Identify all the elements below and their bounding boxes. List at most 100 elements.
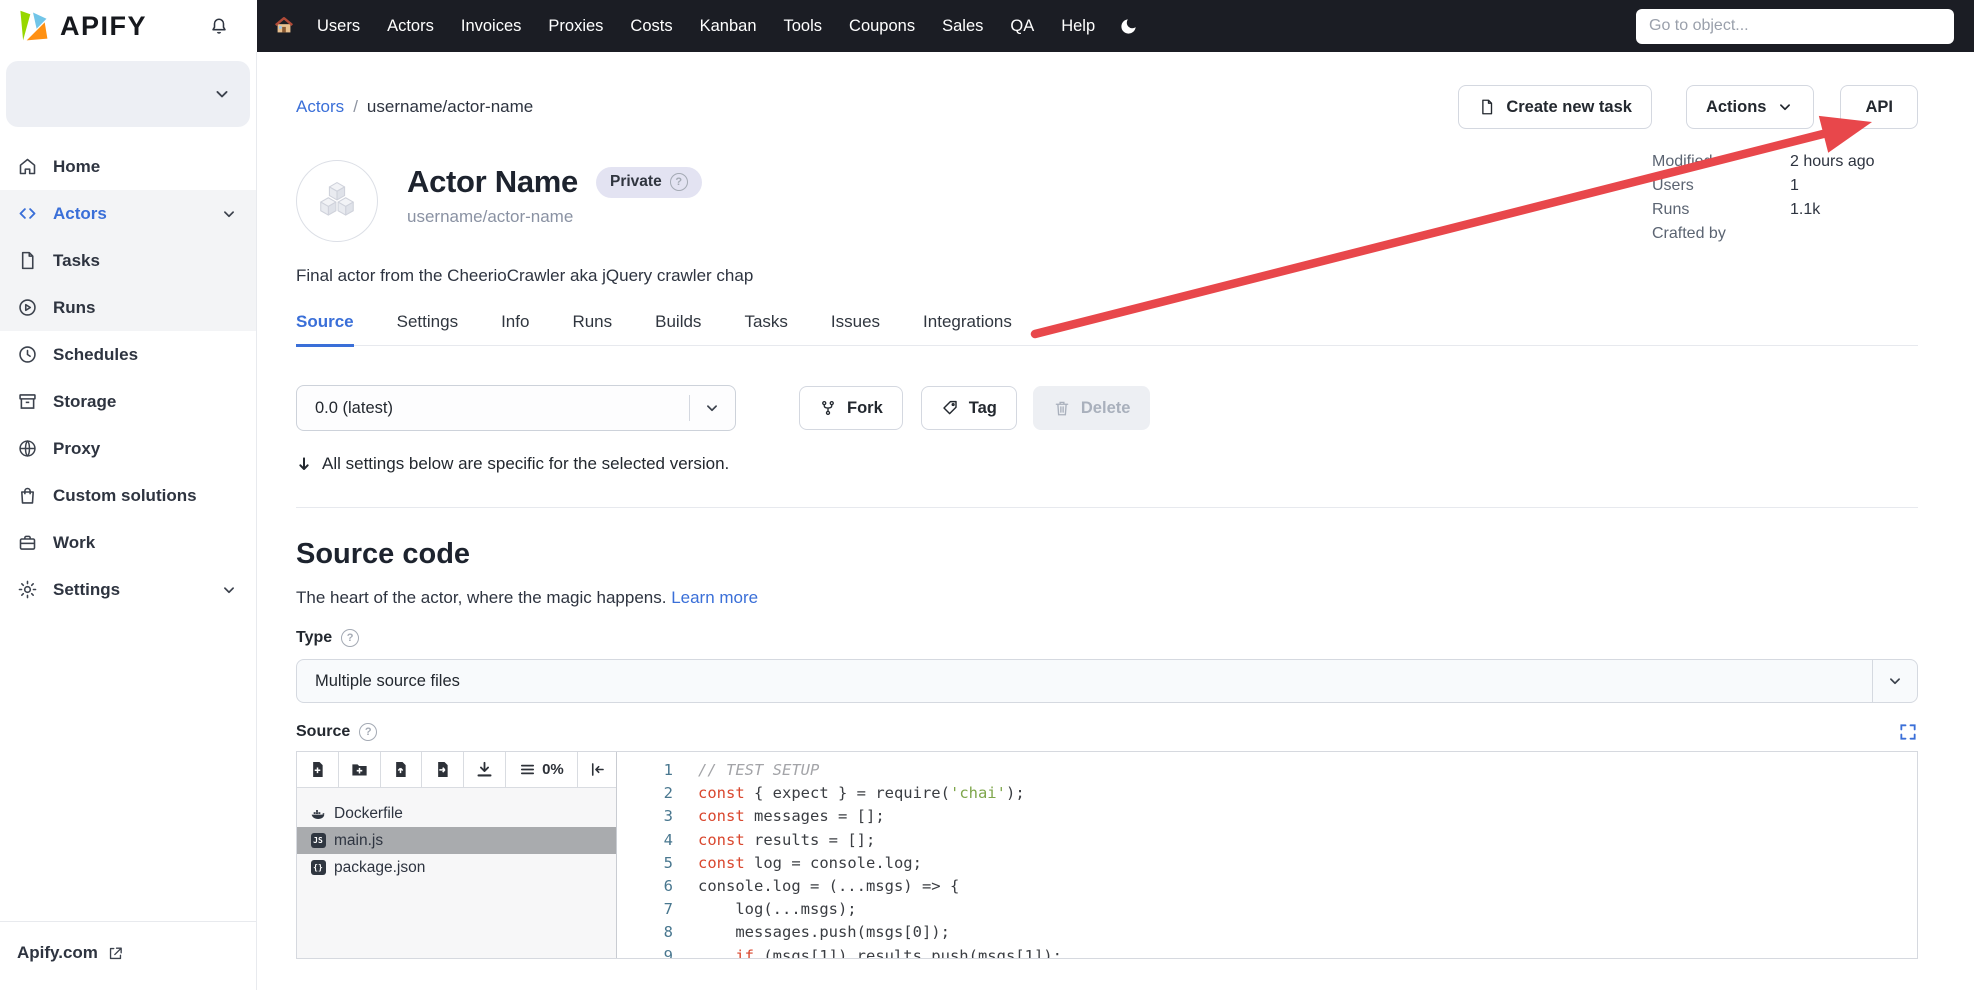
file-tree-toolbar: 0% bbox=[297, 752, 616, 788]
code-text: log(...msgs); bbox=[698, 898, 857, 921]
tab-builds[interactable]: Builds bbox=[655, 312, 701, 347]
tab-issues[interactable]: Issues bbox=[831, 312, 880, 347]
topnav-invoices[interactable]: Invoices bbox=[461, 17, 522, 36]
tab-info[interactable]: Info bbox=[501, 312, 529, 347]
code-line[interactable]: 6 console.log = (...msgs) => { bbox=[617, 875, 1917, 898]
home-emoji-icon[interactable] bbox=[273, 15, 295, 37]
file-name: package.json bbox=[334, 859, 425, 877]
new-file-button[interactable] bbox=[297, 752, 339, 787]
theme-toggle-moon-icon[interactable] bbox=[1119, 17, 1138, 36]
fork-button[interactable]: Fork bbox=[799, 386, 903, 430]
new-folder-button[interactable] bbox=[339, 752, 381, 787]
sidebar-item-actors[interactable]: Actors bbox=[0, 190, 256, 237]
sidebar-item-settings[interactable]: Settings bbox=[0, 566, 256, 613]
upload-file-button[interactable] bbox=[381, 752, 423, 787]
delete-button[interactable]: Delete bbox=[1033, 386, 1151, 430]
zoom-level-value: 0% bbox=[542, 761, 564, 778]
breadcrumb: Actors/username/actor-name bbox=[296, 97, 533, 117]
topnav-sales[interactable]: Sales bbox=[942, 17, 983, 36]
help-icon[interactable]: ? bbox=[670, 173, 688, 191]
list-icon bbox=[519, 761, 536, 778]
sidebar-item-label: Runs bbox=[53, 298, 96, 318]
gear-icon bbox=[17, 579, 38, 600]
api-button[interactable]: API bbox=[1840, 85, 1918, 129]
topnav-coupons[interactable]: Coupons bbox=[849, 17, 915, 36]
actor-header: Actor Name Private ? username/actor-name… bbox=[296, 160, 1918, 243]
notifications-bell-icon[interactable] bbox=[208, 15, 230, 37]
sidebar-item-label: Home bbox=[53, 157, 100, 177]
code-line[interactable]: 8 messages.push(msgs[0]); bbox=[617, 921, 1917, 944]
tab-settings[interactable]: Settings bbox=[397, 312, 458, 347]
breadcrumb-current: username/actor-name bbox=[367, 97, 533, 116]
line-number: 6 bbox=[617, 875, 673, 898]
actions-button[interactable]: Actions bbox=[1686, 85, 1815, 129]
chevron-down-icon bbox=[1886, 672, 1904, 690]
sidebar-item-work[interactable]: Work bbox=[0, 519, 256, 566]
actor-avatar bbox=[296, 160, 378, 242]
sidebar: Home ActorsTasks Runs SchedulesStorageProxy… bbox=[0, 52, 257, 990]
tab-runs[interactable]: Runs bbox=[572, 312, 612, 347]
code-text: const log = console.log; bbox=[698, 852, 922, 875]
topnav-qa[interactable]: QA bbox=[1010, 17, 1034, 36]
sidebar-item-tasks[interactable]: Tasks bbox=[0, 237, 256, 284]
topnav-users[interactable]: Users bbox=[317, 17, 360, 36]
help-icon[interactable]: ? bbox=[359, 723, 377, 741]
go-to-object-input[interactable] bbox=[1636, 9, 1954, 44]
actor-description: Final actor from the CheerioCrawler aka … bbox=[296, 266, 1918, 286]
file-item-package-json[interactable]: {}package.json bbox=[297, 854, 616, 881]
page-head: Actors/username/actor-name Create new ta… bbox=[296, 85, 1918, 129]
tab-integrations[interactable]: Integrations bbox=[923, 312, 1012, 347]
sidebar-item-home[interactable]: Home bbox=[0, 143, 256, 190]
source-code-heading: Source code bbox=[296, 538, 1918, 571]
topnav-actors[interactable]: Actors bbox=[387, 17, 434, 36]
topnav-costs[interactable]: Costs bbox=[630, 17, 672, 36]
topnav-kanban[interactable]: Kanban bbox=[700, 17, 757, 36]
code-line[interactable]: 9 if (msgs[1]) results.push(msgs[1]); bbox=[617, 945, 1917, 958]
file-item-Dockerfile[interactable]: Dockerfile bbox=[297, 800, 616, 827]
learn-more-link[interactable]: Learn more bbox=[671, 588, 758, 607]
download-button[interactable] bbox=[464, 752, 506, 787]
help-icon[interactable]: ? bbox=[341, 629, 359, 647]
sidebar-item-storage[interactable]: Storage bbox=[0, 378, 256, 425]
collapse-panel-button[interactable] bbox=[578, 752, 616, 787]
code-line[interactable]: 4const results = []; bbox=[617, 829, 1917, 852]
version-select[interactable]: 0.0 (latest) bbox=[296, 385, 736, 431]
code-line[interactable]: 7 log(...msgs); bbox=[617, 898, 1917, 921]
apify-com-link[interactable]: Apify.com bbox=[17, 943, 98, 963]
sidebar-item-runs[interactable]: Runs bbox=[0, 284, 256, 331]
file-name: Dockerfile bbox=[334, 805, 403, 823]
breadcrumb-actors-link[interactable]: Actors bbox=[296, 97, 344, 116]
fullscreen-expand-icon[interactable] bbox=[1898, 722, 1918, 742]
sidebar-item-proxy[interactable]: Proxy bbox=[0, 425, 256, 472]
version-select-value: 0.0 (latest) bbox=[315, 399, 393, 418]
account-selector[interactable] bbox=[6, 61, 250, 127]
code-editor-area[interactable]: 1// TEST SETUP2const { expect } = requir… bbox=[617, 752, 1917, 958]
sidebar-item-custom-solutions[interactable]: Custom solutions bbox=[0, 472, 256, 519]
code-line[interactable]: 2const { expect } = require('chai'); bbox=[617, 782, 1917, 805]
upload-file-icon bbox=[391, 760, 410, 779]
import-file-button[interactable] bbox=[422, 752, 464, 787]
code-line[interactable]: 3const messages = []; bbox=[617, 805, 1917, 828]
admin-nav: Users Actors Invoices Proxies Costs Kanban Too… bbox=[317, 17, 1095, 36]
code-line[interactable]: 1// TEST SETUP bbox=[617, 759, 1917, 782]
actor-tabs: Source Settings Info Runs Builds Tasks Issues I… bbox=[296, 312, 1918, 346]
apify-logo-icon[interactable] bbox=[15, 8, 51, 44]
clock-icon bbox=[17, 344, 38, 365]
code-text: console.log = (...msgs) => { bbox=[698, 875, 959, 898]
file-tree-panel: 0% Dockerfile JSmain.js{}package.json bbox=[297, 752, 617, 958]
source-type-select[interactable]: Multiple source files bbox=[296, 659, 1918, 703]
code-line[interactable]: 5const log = console.log; bbox=[617, 852, 1917, 875]
tab-source[interactable]: Source bbox=[296, 312, 354, 347]
chevron-down-icon bbox=[1776, 98, 1794, 116]
topnav-tools[interactable]: Tools bbox=[784, 17, 823, 36]
tag-button[interactable]: Tag bbox=[921, 386, 1017, 430]
file-item-main-js[interactable]: JSmain.js bbox=[297, 827, 616, 854]
tab-tasks[interactable]: Tasks bbox=[744, 312, 787, 347]
document-icon bbox=[17, 250, 38, 271]
create-new-task-button[interactable]: Create new task bbox=[1458, 85, 1652, 129]
topnav-proxies[interactable]: Proxies bbox=[548, 17, 603, 36]
sidebar-item-schedules[interactable]: Schedules bbox=[0, 331, 256, 378]
zoom-level-cell[interactable]: 0% bbox=[506, 752, 578, 787]
meta-label: Modified bbox=[1652, 153, 1760, 171]
topnav-help[interactable]: Help bbox=[1061, 17, 1095, 36]
